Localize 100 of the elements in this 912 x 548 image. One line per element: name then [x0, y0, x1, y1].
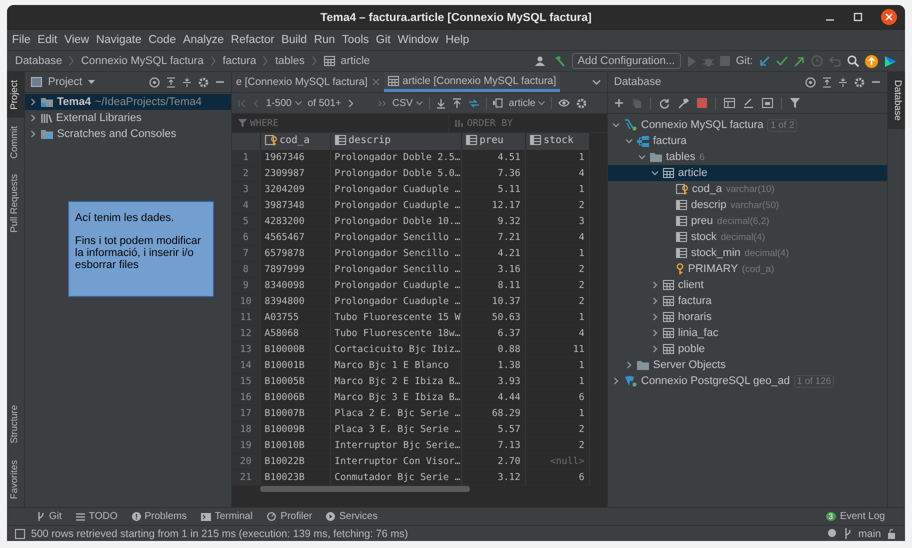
chevron-down-icon[interactable] [612, 121, 620, 129]
tool-window-tab[interactable]: Problems [132, 511, 187, 522]
wrench-icon[interactable] [678, 98, 689, 108]
chevron-right-icon[interactable] [651, 297, 659, 305]
menu-item[interactable]: Tools [342, 34, 369, 46]
chevron-right-icon[interactable] [651, 329, 659, 337]
caret-icon[interactable] [294, 100, 302, 106]
settings-icon[interactable] [576, 98, 588, 108]
add-configuration-button[interactable]: Add Configuration... [572, 53, 681, 69]
tree-item[interactable]: factura [608, 293, 887, 309]
update-icon[interactable] [865, 54, 878, 68]
column-header[interactable]: descrip [330, 133, 461, 150]
collapse-all-icon[interactable] [182, 76, 192, 88]
tool-window-tab[interactable]: Commit [7, 118, 24, 166]
tool-window-tab[interactable]: Git [37, 511, 62, 522]
expand-all-icon[interactable] [822, 76, 832, 88]
menu-item[interactable]: Analyze [182, 34, 224, 46]
user-icon[interactable] [534, 56, 547, 66]
tree-item[interactable]: article [608, 165, 887, 181]
tree-item[interactable]: Tema4 ~/IdeaProjects/Tema4 [25, 94, 231, 110]
tree-item[interactable]: Scratches and Consoles [25, 126, 231, 142]
git-branch[interactable]: main [858, 528, 881, 540]
menu-item[interactable]: Navigate [96, 34, 142, 46]
hammer-icon[interactable] [552, 55, 566, 67]
tool-window-tab[interactable]: Profiler [266, 511, 312, 522]
tool-window-tab[interactable]: Project [7, 72, 24, 118]
tool-window-tab[interactable]: Structure [7, 397, 24, 452]
tree-item[interactable]: cod_a varchar(10) [608, 181, 887, 197]
chevron-down-icon[interactable] [592, 78, 601, 86]
column-header[interactable]: preu [461, 133, 525, 150]
event-log-tab[interactable]: Event Log [840, 511, 885, 522]
sort-icon[interactable] [455, 118, 464, 128]
column-header[interactable]: cod_a [260, 133, 330, 150]
menu-item[interactable]: Help [446, 34, 470, 46]
table-dropdown[interactable]: article [508, 98, 536, 108]
edit-icon[interactable] [743, 98, 754, 108]
tree-item[interactable]: client [608, 277, 887, 293]
console-icon[interactable] [762, 98, 773, 108]
tree-item[interactable]: stock decimal(4) [608, 229, 887, 245]
tree-item[interactable]: preu decimal(6,2) [608, 213, 887, 229]
tool-window-tab[interactable]: Database [888, 72, 905, 129]
editor-tab[interactable]: e [Connexio MySQL factura] [232, 72, 384, 92]
tool-window-tab[interactable]: Services [326, 511, 378, 522]
next-page-icon[interactable] [347, 98, 354, 108]
tool-window-tab[interactable]: Favorites [7, 452, 24, 507]
target-icon[interactable] [149, 76, 160, 88]
panel-title[interactable]: Project [48, 76, 82, 88]
tree-item[interactable]: Connexio MySQL factura 1 of 2 [608, 117, 887, 133]
maximize-icon[interactable] [853, 12, 863, 22]
settings-icon[interactable] [198, 76, 209, 88]
expand-all-icon[interactable] [166, 76, 176, 88]
close-icon[interactable] [881, 9, 897, 25]
settings-icon[interactable] [854, 76, 865, 88]
chevron-down-icon[interactable] [638, 153, 646, 161]
breadcrumb[interactable]: Connexio MySQL factura [81, 55, 204, 67]
tree-item[interactable]: PRIMARY (cod_a) [608, 261, 887, 277]
tool-window-tab[interactable]: Pull Requests [7, 166, 24, 241]
chevron-right-icon[interactable] [612, 377, 620, 385]
menu-item[interactable]: Edit [38, 34, 58, 46]
tool-window-tab[interactable]: TODO [76, 511, 118, 522]
breadcrumb[interactable]: article [340, 55, 370, 67]
arrow-down-left-icon[interactable] [759, 56, 770, 66]
tool-window-tab[interactable]: Terminal [200, 511, 253, 522]
menu-item[interactable]: Refactor [230, 34, 274, 46]
download-icon[interactable] [436, 98, 446, 108]
panel-toggle-icon[interactable] [15, 528, 25, 538]
plus-icon[interactable] [614, 98, 624, 108]
tree-item[interactable]: linia_fac [608, 325, 887, 341]
chevron-right-icon[interactable] [651, 281, 659, 289]
where-filter-field[interactable]: WHERE [250, 118, 350, 128]
upload-icon[interactable] [452, 98, 462, 108]
filter-icon[interactable] [238, 119, 247, 127]
caret-icon[interactable] [416, 100, 423, 106]
tree-item[interactable]: tables 6 [608, 149, 887, 165]
menu-item[interactable]: Window [398, 34, 439, 46]
menu-item[interactable]: File [12, 34, 31, 46]
tree-item[interactable]: Server Objects [608, 357, 887, 373]
caret-icon[interactable] [88, 80, 96, 84]
tree-item[interactable]: descrip varchar(50) [608, 197, 887, 213]
breadcrumb[interactable]: Database [15, 55, 62, 67]
tree-item[interactable]: External Libraries [25, 110, 231, 126]
tree-item[interactable]: factura [608, 133, 887, 149]
table-icon[interactable] [724, 98, 735, 108]
page-range-dropdown[interactable]: 1-500 [266, 98, 292, 108]
target-icon[interactable] [805, 76, 816, 88]
menu-item[interactable]: Git [376, 34, 391, 46]
menu-item[interactable]: Run [314, 34, 336, 46]
tree-item[interactable]: Connexio PostgreSQL geo_ad 1 of 126 [608, 373, 887, 389]
order-by-field[interactable]: ORDER BY [467, 118, 567, 128]
scrollbar-thumb[interactable] [260, 486, 470, 492]
chevron-down-icon[interactable] [625, 137, 633, 145]
caret-icon[interactable] [538, 100, 546, 106]
refresh-icon[interactable] [659, 98, 670, 108]
chevron-right-icon[interactable] [625, 361, 633, 369]
menu-item[interactable]: Code [148, 34, 176, 46]
breadcrumb[interactable]: factura [222, 55, 256, 67]
editor-tab[interactable]: article [Connexio MySQL factura] [384, 72, 560, 92]
filter-icon[interactable] [790, 98, 800, 108]
eye-icon[interactable] [558, 98, 570, 108]
tree-item[interactable]: horaris [608, 309, 887, 325]
